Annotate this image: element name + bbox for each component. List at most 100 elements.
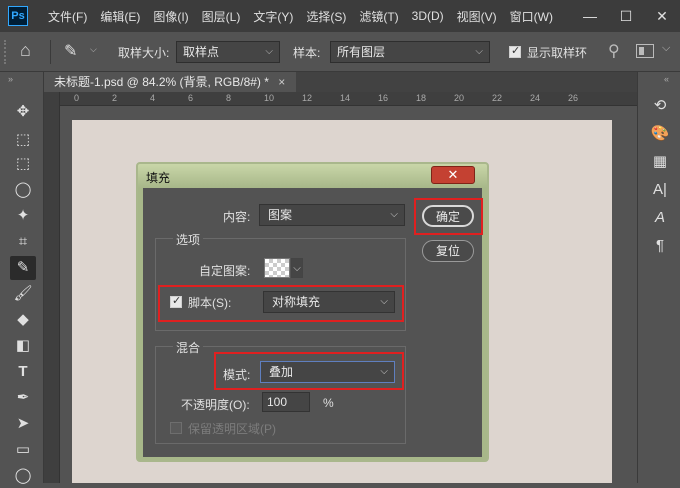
crop-tool-icon[interactable]: ⌗ [10,230,36,254]
vertical-ruler [44,92,60,483]
close-tab-icon[interactable]: × [278,75,285,89]
sample-select[interactable]: 所有图层 ⌵ [330,41,490,63]
minimize-button[interactable]: — [572,0,608,32]
brush-tool-icon[interactable]: 🖌 [10,282,36,306]
lasso-tool-icon[interactable]: ◯ [10,178,36,202]
sample-size-select[interactable]: 取样点 ⌵ [176,41,280,63]
menu-layer[interactable]: 图层(L) [202,8,241,25]
sample-size-value: 取样点 [183,45,220,59]
dialog-title: 填充 [146,171,171,185]
ruler-tick: 22 [492,93,503,103]
color-palette-icon[interactable]: 🎨 [650,124,670,144]
sample-value: 所有图层 [337,45,386,59]
eyedropper-tool-icon[interactable]: ✎ [64,41,77,61]
ruler-tick: 10 [264,93,275,103]
content-label: 内容: [223,210,251,224]
opacity-label: 不透明度(O): [181,398,250,412]
chevron-down-icon[interactable]: ⌵ [291,258,303,278]
ruler-tick: 24 [530,93,541,103]
marquee-tool-icon[interactable]: ⬚ [10,152,36,176]
menu-file[interactable]: 文件(F) [48,8,87,25]
tools-panel: » ✥ ⬚ ⬚ ◯ ✦ ⌗ ✎ 🖌 ◆ ◧ T ✒ ➤ ▭ ◯ [0,72,44,484]
menu-3d[interactable]: 3D(D) [412,9,444,23]
show-ring-checkbox[interactable] [509,44,521,58]
glyphs-panel-icon[interactable]: A [650,208,670,228]
custom-pattern-label: 自定图案: [199,264,251,278]
highlight-box [214,352,404,390]
chevron-down-icon: ⌵ [390,209,398,220]
type-tool-icon[interactable]: T [10,360,36,384]
menu-edit[interactable]: 编辑(E) [100,8,140,25]
menu-filter[interactable]: 滤镜(T) [359,8,398,25]
sample-size-label: 取样大小: [118,46,170,60]
ruler-tick: 8 [226,93,232,103]
reset-button[interactable]: 复位 [422,240,474,262]
highlight-box [158,285,404,322]
quick-select-tool-icon[interactable]: ✦ [10,204,36,228]
gradient-tool-icon[interactable]: ◧ [10,334,36,358]
collapse-panel-icon[interactable]: » [8,74,13,84]
close-window-button[interactable]: ✕ [644,0,680,32]
rectangle-tool-icon[interactable]: ▭ [10,438,36,462]
document-tab-bar: 未标题-1.psd @ 84.2% (背景, RGB/8#) * × [44,72,637,92]
ruler-tick: 2 [112,93,118,103]
eyedropper-tool-icon[interactable]: ✎ [10,256,36,280]
blend-group-label: 混合 [173,339,204,356]
character-panel-icon[interactable]: A| [650,180,670,200]
path-select-tool-icon[interactable]: ➤ [10,412,36,436]
menu-window[interactable]: 窗口(W) [510,8,553,25]
document-tab[interactable]: 未标题-1.psd @ 84.2% (背景, RGB/8#) * × [44,72,296,92]
search-icon[interactable]: ⚲ [608,41,620,61]
sample-label: 样本: [293,46,321,60]
ruler-tick: 16 [378,93,389,103]
ellipse-tool-icon[interactable]: ◯ [10,464,36,488]
photoshop-logo: Ps [8,6,28,26]
chevron-down-icon: ⌵ [475,46,483,57]
ruler-tick: 4 [150,93,156,103]
eraser-tool-icon[interactable]: ◆ [10,308,36,332]
pattern-swatch[interactable] [264,258,290,278]
content-value: 图案 [268,208,293,222]
history-panel-icon[interactable]: ⟲ [650,96,670,116]
menu-bar: Ps 文件(F) 编辑(E) 图像(I) 图层(L) 文字(Y) 选择(S) 滤… [0,0,680,32]
show-ring-label: 显示取样环 [527,46,588,60]
dialog-body: 内容: 图案 ⌵ 确定 复位 选项 自定图案: ⌵ 脚本(S): 对称填充 ⌵ … [143,188,483,457]
highlight-box [414,198,483,235]
preserve-transparency-label: 保留透明区域(P) [188,422,276,436]
ruler-tick: 18 [416,93,427,103]
ruler-tick: 20 [454,93,465,103]
content-select[interactable]: 图案 ⌵ [259,204,405,226]
menu-select[interactable]: 选择(S) [306,8,346,25]
workspace-icon[interactable] [636,44,654,58]
ruler-tick: 12 [302,93,313,103]
right-panel-dock: « ⟲ 🎨 ▦ A| A ¶ [637,72,680,483]
pen-tool-icon[interactable]: ✒ [10,386,36,410]
panel-grip[interactable] [4,40,12,64]
options-group-label: 选项 [173,231,204,248]
swatches-grid-icon[interactable]: ▦ [650,152,670,172]
chevron-down-icon[interactable]: ⌵ [662,42,670,55]
collapse-panel-icon[interactable]: « [664,74,669,84]
tool-preset-chevron-icon[interactable]: ⌵ [90,44,97,55]
opacity-unit: % [323,396,334,410]
horizontal-ruler: 0 2 4 6 8 10 12 14 16 18 20 22 24 26 [44,92,637,106]
document-tab-title: 未标题-1.psd @ 84.2% (背景, RGB/8#) * [54,75,269,89]
preserve-transparency-checkbox[interactable] [170,422,182,434]
artboard-tool-icon[interactable]: ⬚ [10,128,36,152]
home-icon[interactable]: ⌂ [20,40,31,61]
chevron-down-icon: ⌵ [265,46,273,57]
paragraph-panel-icon[interactable]: ¶ [650,236,670,256]
menu-view[interactable]: 视图(V) [457,8,497,25]
move-tool-icon[interactable]: ✥ [10,100,36,124]
options-bar: ⌂ ✎ ⌵ 取样大小: 取样点 ⌵ 样本: 所有图层 ⌵ 显示取样环 ⚲ ⌵ [0,32,680,72]
maximize-button[interactable]: ☐ [608,0,644,32]
opacity-input[interactable]: 100 [262,392,310,412]
ruler-tick: 6 [188,93,194,103]
separator [50,40,51,64]
ruler-tick: 14 [340,93,351,103]
ruler-tick: 0 [74,93,80,103]
menu-type[interactable]: 文字(Y) [253,8,293,25]
dialog-close-button[interactable]: ✕ [431,166,475,184]
menu-image[interactable]: 图像(I) [153,8,188,25]
ruler-tick: 26 [568,93,579,103]
